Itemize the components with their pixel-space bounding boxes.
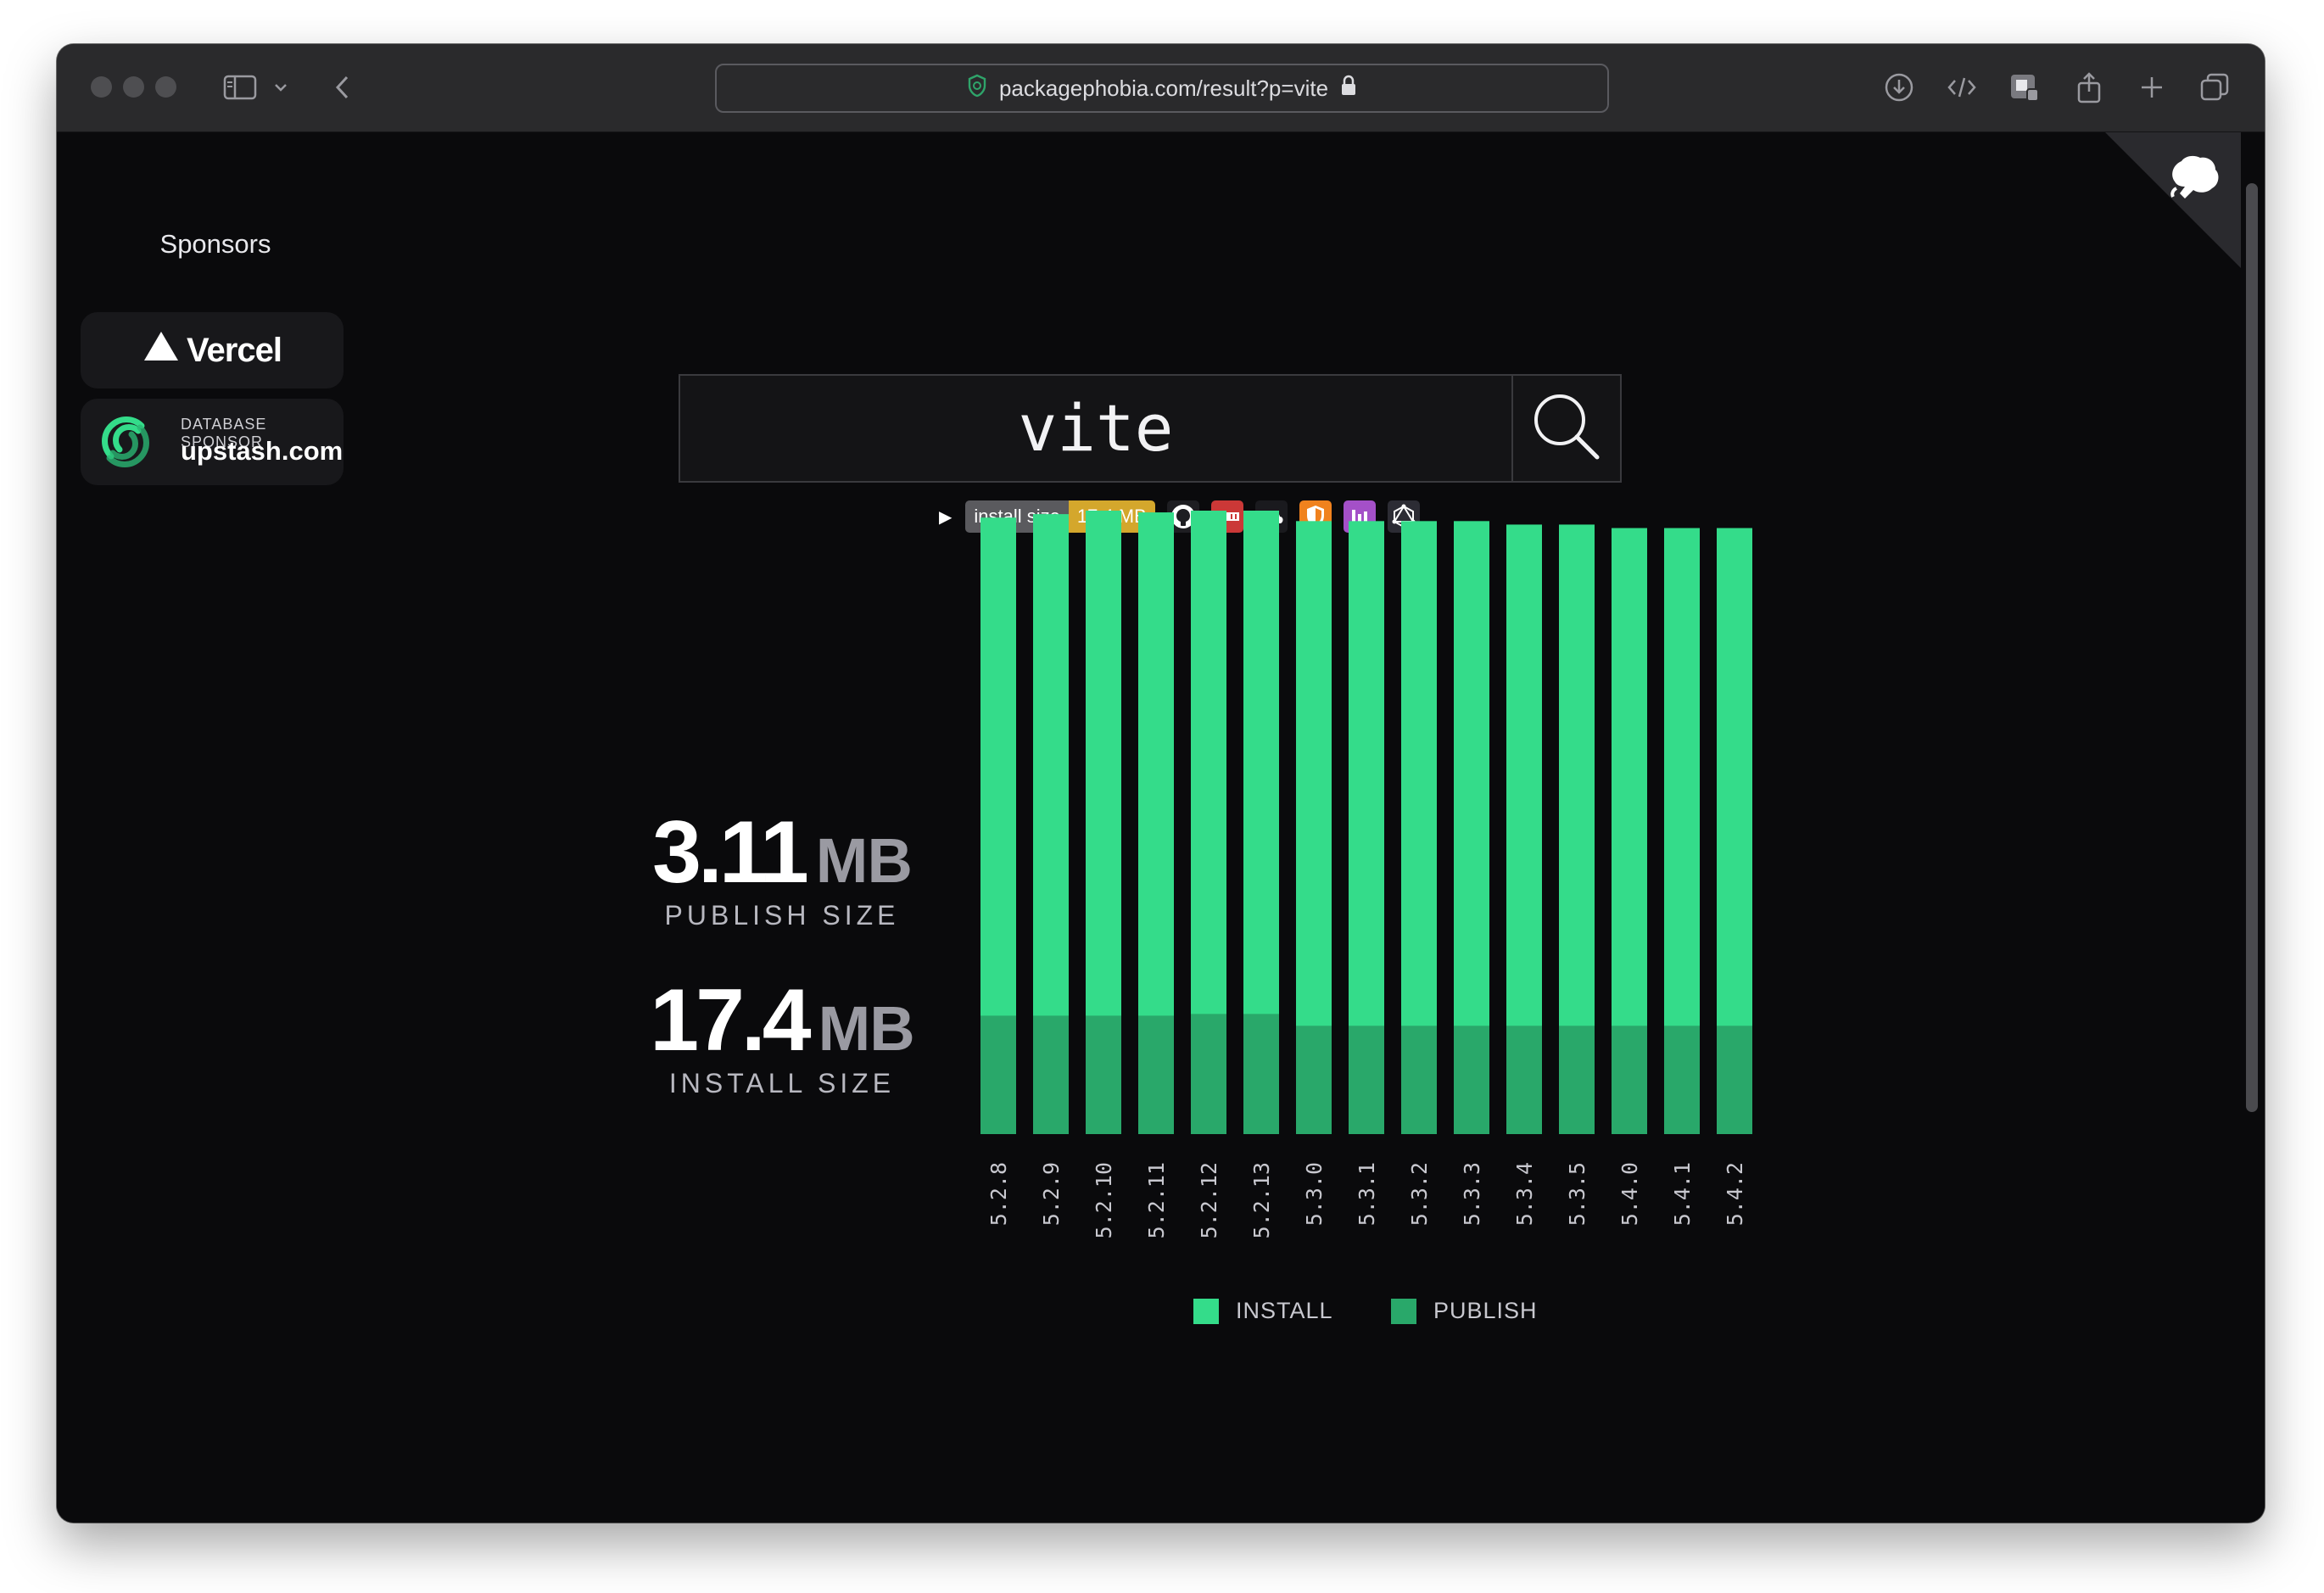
legend-publish: PUBLISH: [1391, 1298, 1538, 1324]
sponsors-heading: Sponsors: [159, 229, 271, 259]
vercel-sponsor-link[interactable]: Vercel: [81, 312, 344, 388]
lock-icon: [1340, 75, 1357, 103]
zoom-window-button[interactable]: [155, 76, 176, 98]
new-tab-icon[interactable]: [2135, 68, 2169, 107]
upstash-logo-icon: [98, 414, 154, 474]
minimize-window-button[interactable]: [123, 76, 144, 98]
tabs-overview-icon[interactable]: [2198, 68, 2232, 107]
legend-publish-swatch: [1391, 1298, 1416, 1324]
legend-install-label: INSTALL: [1236, 1298, 1333, 1323]
version-tick-label: 5.4.1: [1670, 1162, 1695, 1226]
version-tick-label: 5.3.1: [1355, 1162, 1379, 1226]
version-tick-label: 5.3.4: [1512, 1162, 1537, 1226]
install-size-stat: 17.4 MB INSTALL SIZE: [600, 970, 964, 1099]
publish-bar-5.3.2[interactable]: [1401, 1026, 1437, 1134]
version-size-chart: 5.2.8 5.2.9 5.2.10 5.2.11 5.2.12 5.2.13 5.3.0 5…: [980, 511, 1752, 1238]
publish-bar-5.2.13[interactable]: [1243, 1014, 1279, 1134]
download-icon[interactable]: [1882, 68, 1916, 107]
vercel-logo-icon: [142, 330, 180, 371]
back-icon[interactable]: [330, 68, 355, 107]
version-tick-label: 5.2.12: [1197, 1162, 1221, 1238]
search-icon: [1529, 389, 1604, 468]
publish-bar-5.3.4[interactable]: [1506, 1026, 1542, 1134]
shield-icon: [967, 74, 987, 103]
publish-bar-5.2.11[interactable]: [1138, 1015, 1174, 1134]
version-tick-label: 5.3.3: [1460, 1162, 1484, 1226]
code-icon[interactable]: [1945, 68, 1979, 107]
publish-size-unit: MB: [815, 825, 913, 896]
publish-bar-5.4.2[interactable]: [1717, 1026, 1752, 1134]
version-tick-label: 5.3.5: [1565, 1162, 1589, 1226]
publish-bar-5.3.5[interactable]: [1559, 1026, 1595, 1134]
version-tick-label: 5.3.2: [1407, 1162, 1432, 1226]
publish-bar-5.3.1[interactable]: [1349, 1026, 1384, 1134]
publish-bar-5.2.10[interactable]: [1086, 1015, 1121, 1134]
extension-icon[interactable]: [2008, 68, 2042, 107]
publish-bar-5.2.8[interactable]: [980, 1015, 1016, 1134]
sidebar-toggle-icon[interactable]: [220, 68, 260, 107]
publish-bar-5.4.0[interactable]: [1612, 1026, 1647, 1134]
upstash-label: upstash.com: [181, 436, 344, 466]
upstash-sponsor-link[interactable]: DATABASE SPONSOR upstash.com: [81, 399, 344, 485]
browser-toolbar: packagephobia.com/result?p=vite: [57, 44, 2265, 132]
publish-size-stat: 3.11 MB PUBLISH SIZE: [600, 802, 964, 931]
address-bar[interactable]: packagephobia.com/result?p=vite: [715, 64, 1609, 113]
chevron-down-icon[interactable]: [271, 68, 291, 107]
share-icon[interactable]: [2072, 68, 2106, 107]
publish-size-value: 3.11: [652, 803, 809, 902]
vercel-label: Vercel: [187, 331, 282, 369]
page-content: Sponsors Vercel DATABASE SPONSOR upstash…: [57, 132, 2265, 1523]
search-button[interactable]: [1513, 376, 1620, 481]
expand-triangle-icon[interactable]: ▶: [939, 506, 952, 528]
legend-publish-label: PUBLISH: [1433, 1298, 1538, 1323]
install-size-label: INSTALL SIZE: [668, 1068, 896, 1098]
legend-install: INSTALL: [1193, 1298, 1333, 1324]
version-tick-label: 5.2.11: [1144, 1162, 1169, 1238]
browser-window: packagephobia.com/result?p=vite Sponsors…: [57, 44, 2265, 1523]
octocat-icon[interactable]: [2159, 144, 2227, 212]
version-tick-label: 5.4.2: [1723, 1162, 1747, 1226]
version-tick-label: 5.2.13: [1249, 1162, 1274, 1238]
install-size-unit: MB: [818, 993, 915, 1064]
version-tick-label: 5.2.9: [1039, 1162, 1064, 1226]
publish-size-label: PUBLISH SIZE: [664, 900, 900, 931]
close-window-button[interactable]: [91, 76, 112, 98]
publish-bar-5.3.0[interactable]: [1296, 1026, 1332, 1134]
publish-bar-5.2.9[interactable]: [1033, 1015, 1069, 1134]
install-size-value: 17.4: [650, 971, 811, 1070]
search-input[interactable]: vite: [680, 376, 1511, 481]
version-tick-label: 5.2.8: [986, 1162, 1011, 1226]
url-text: packagephobia.com/result?p=vite: [998, 75, 1329, 101]
publish-bar-5.3.3[interactable]: [1454, 1026, 1489, 1134]
package-search-form: vite: [679, 374, 1622, 483]
version-tick-label: 5.3.0: [1302, 1162, 1327, 1226]
scrollbar[interactable]: [2246, 183, 2258, 1112]
version-tick-label: 5.4.0: [1617, 1162, 1642, 1226]
legend-install-swatch: [1193, 1298, 1219, 1324]
publish-bar-5.4.1[interactable]: [1664, 1026, 1700, 1134]
publish-bar-5.2.12[interactable]: [1191, 1014, 1226, 1134]
version-tick-label: 5.2.10: [1092, 1162, 1116, 1238]
